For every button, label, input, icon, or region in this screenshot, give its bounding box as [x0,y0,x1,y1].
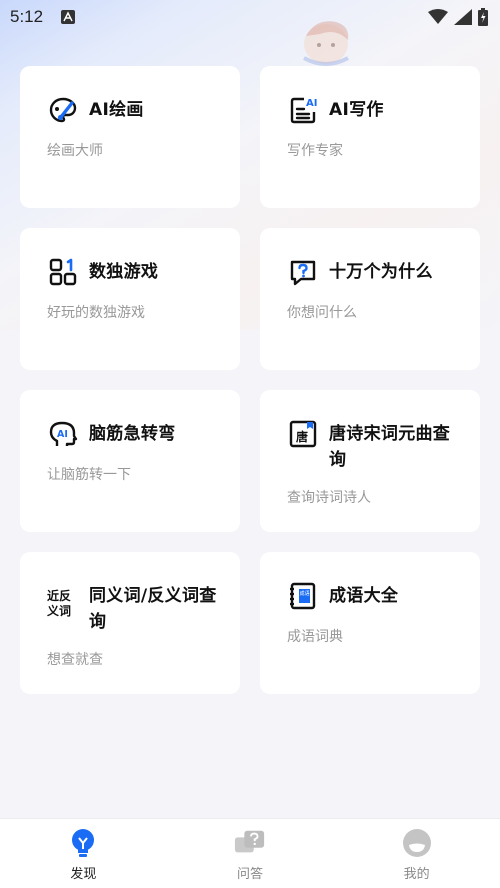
card-title: 唐诗宋词元曲查询 [329,424,451,470]
card-title: 十万个为什么 [329,262,433,282]
synonym-antonym-icon: 近反 义词 [47,586,79,618]
question-bubble-icon [287,256,319,288]
chat-question-icon [234,827,266,859]
tab-label: 我的 [403,867,430,882]
card-ai-writing[interactable]: AI AI写作 写作专家 [260,66,480,208]
bottom-tab-bar: 发现 问答 我的 [0,818,500,888]
tab-discover[interactable]: 发现 [0,819,167,888]
status-bar: 5:12 [0,0,500,34]
card-tang-poetry-query[interactable]: 唐 唐诗宋词元曲查询 查询诗词诗人 [260,390,480,532]
tab-qa[interactable]: 问答 [167,819,334,888]
card-title: 成语大全 [329,586,399,606]
card-title: 数独游戏 [89,262,159,282]
battery-icon [478,8,488,26]
card-description: 写作专家 [287,143,343,159]
card-synonym-antonym-query[interactable]: 近反 义词 同义词/反义词查询 想查就查 [20,552,240,694]
card-title: AI绘画 [89,100,144,120]
tang-book-icon: 唐 [287,418,319,450]
card-title: 脑筋急转弯 [89,424,176,444]
status-time: 5:12 [10,7,44,26]
card-description: 好玩的数独游戏 [47,305,145,321]
notification-app-icon [61,10,76,24]
idiom-book-icon: 成语 [287,580,319,612]
card-brain-teaser[interactable]: AI 脑筋急转弯 让脑筋转一下 [20,390,240,532]
tab-label: 问答 [237,867,264,882]
card-description: 绘画大师 [47,143,103,159]
card-sudoku[interactable]: 数独游戏 好玩的数独游戏 [20,228,240,370]
card-title: AI写作 [329,100,384,120]
sudoku-grid-icon [47,256,79,288]
synonym-icon-text-bottom: 义词 [47,603,71,618]
card-description: 成语词典 [287,629,343,645]
lightbulb-icon [67,827,99,859]
svg-text:AI: AI [57,429,68,440]
tab-label: 发现 [70,867,97,882]
card-idiom-collection[interactable]: 成语 成语大全 成语词典 [260,552,480,694]
card-ai-painting[interactable]: AI绘画 绘画大师 [20,66,240,208]
svg-text:AI: AI [306,98,317,109]
card-description: 查询诗词诗人 [287,490,371,506]
card-description: 让脑筋转一下 [47,467,131,483]
document-ai-icon: AI [287,94,319,126]
idiom-icon-text: 成语 [300,590,310,597]
card-hundred-thousand-whys[interactable]: 十万个为什么 你想问什么 [260,228,480,370]
card-description: 想查就查 [47,652,103,668]
brain-ai-icon: AI [47,418,79,450]
tab-mine[interactable]: 我的 [333,819,500,888]
profile-icon [401,827,433,859]
tang-icon-text: 唐 [296,429,308,444]
signal-icon [454,9,472,25]
wifi-icon [428,9,448,24]
card-description: 你想问什么 [287,305,357,321]
feature-grid: AI绘画 绘画大师 AI AI写作 写作专家 数独游戏 好玩的数独游戏 十万个为… [20,66,480,694]
palette-brush-icon [47,94,79,126]
card-title: 同义词/反义词查询 [89,586,217,632]
